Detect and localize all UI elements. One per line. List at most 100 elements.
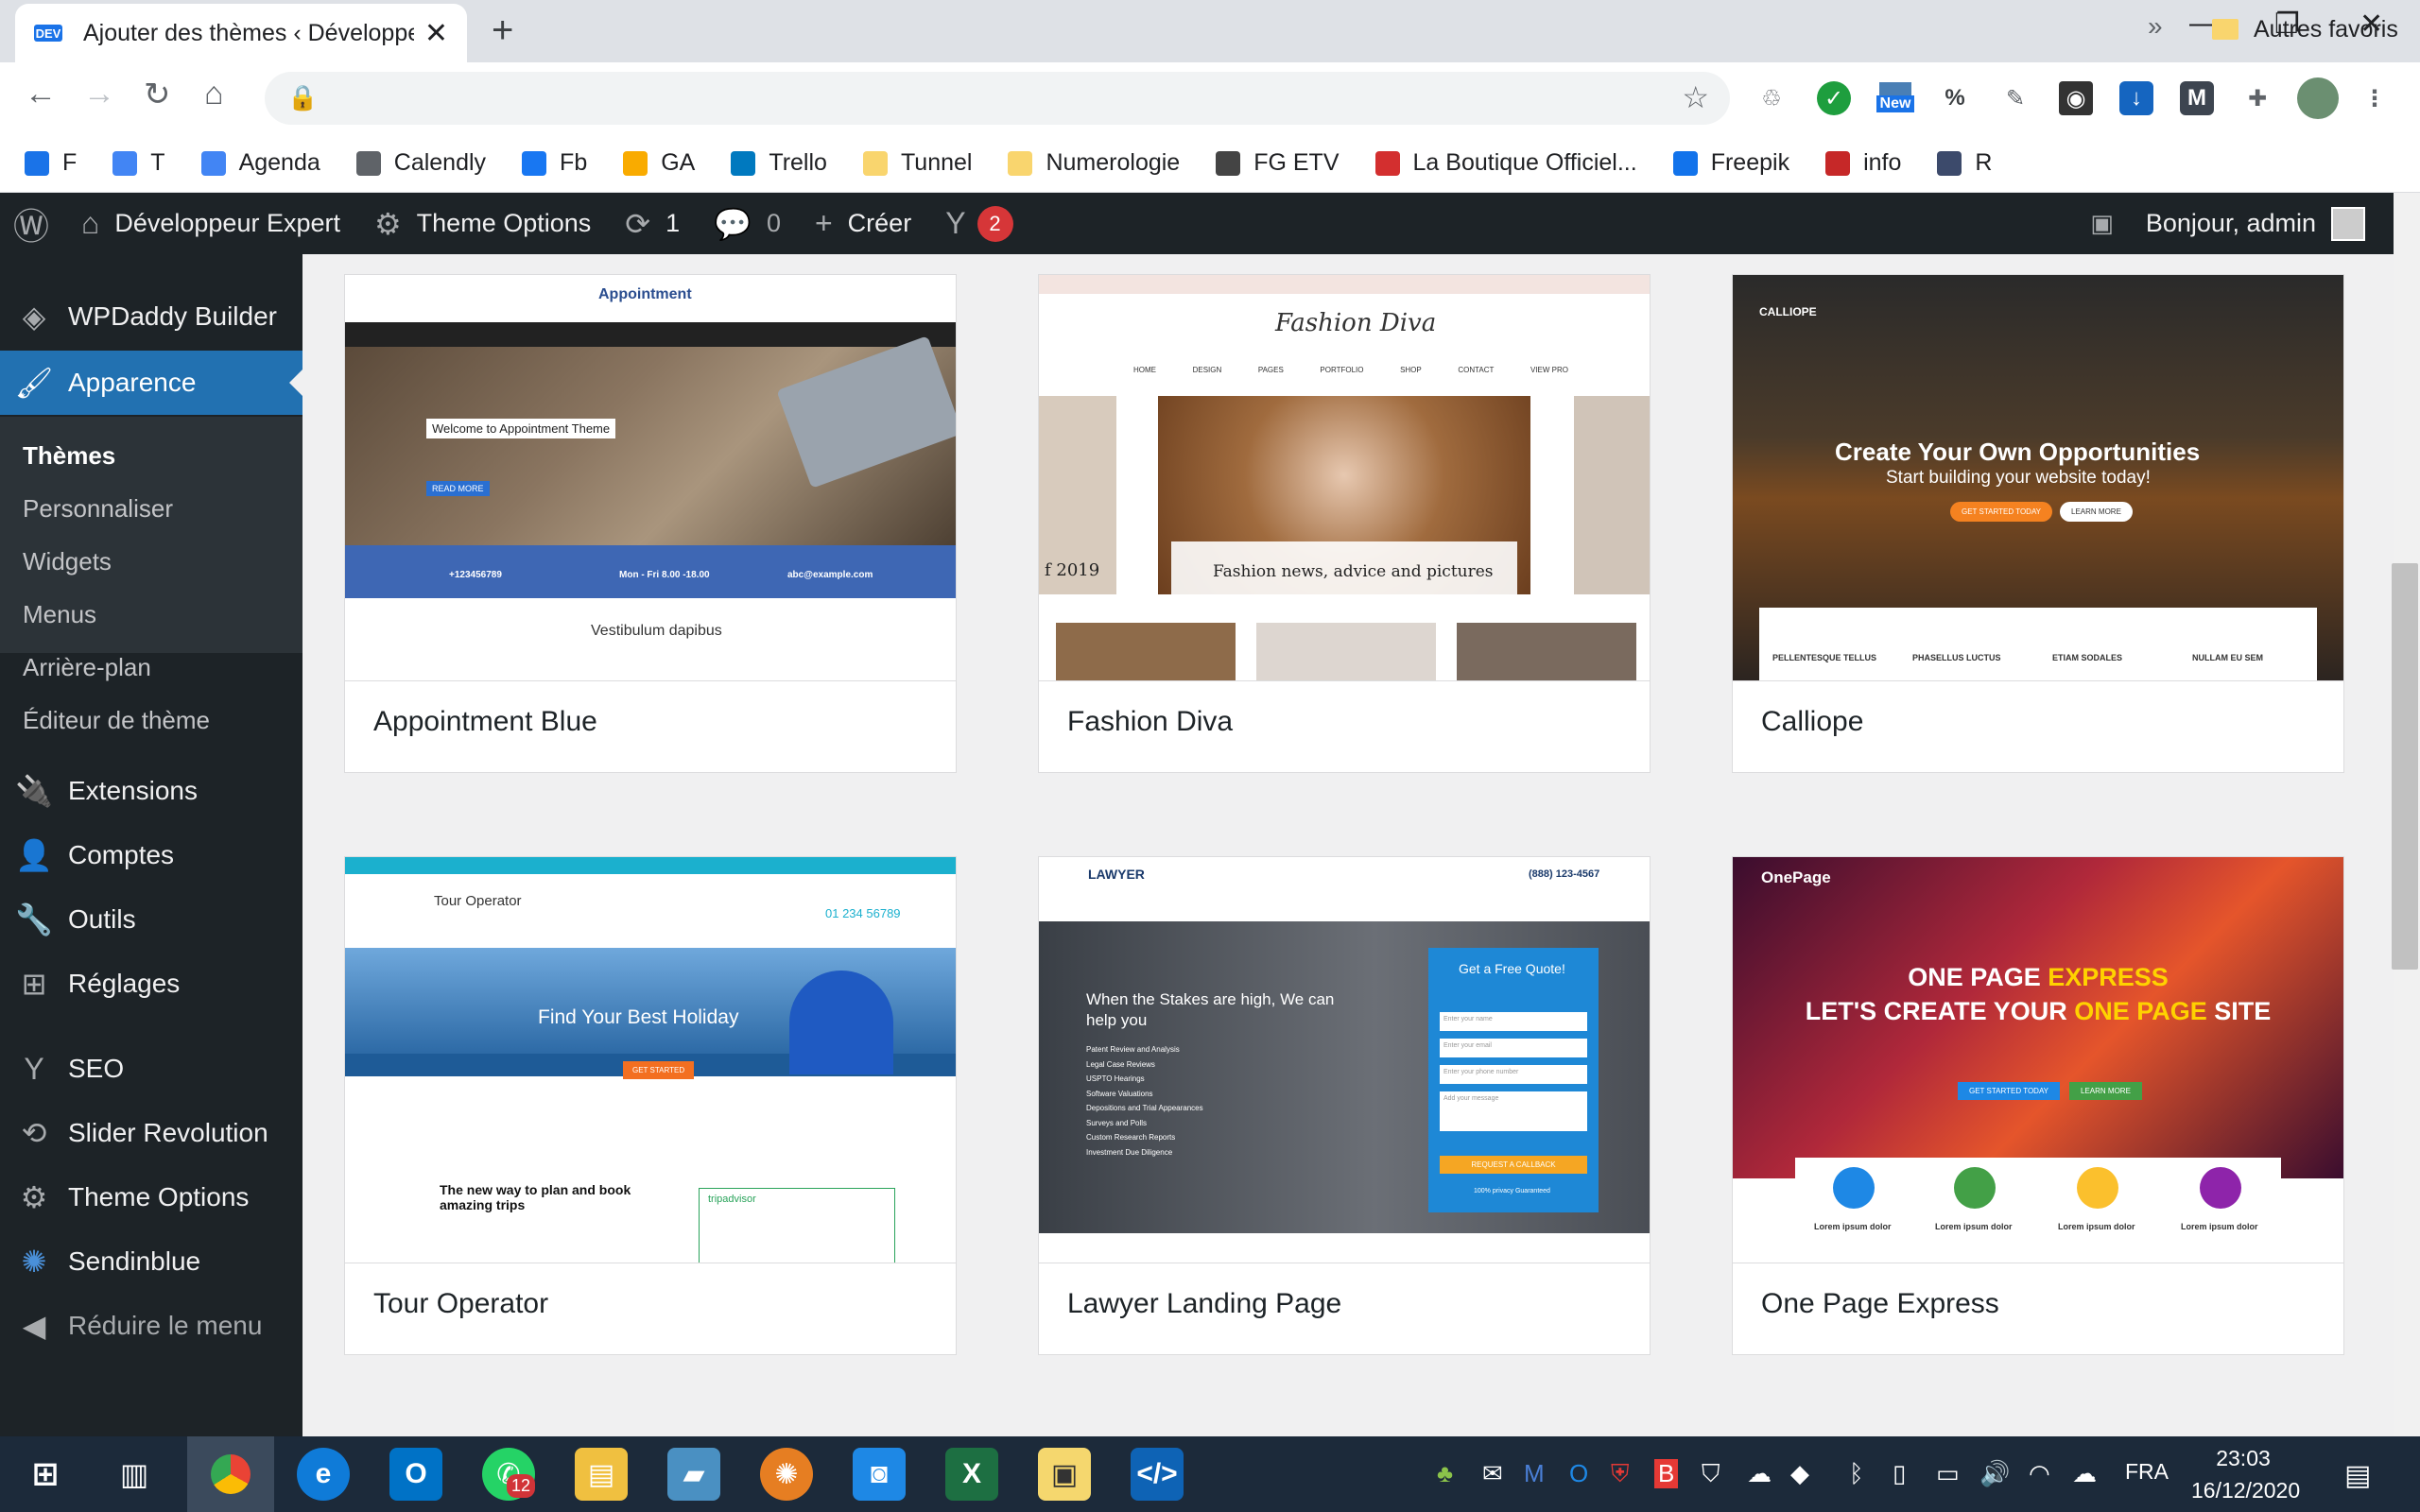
clock[interactable]: 23:03 16/12/2020	[2191, 1442, 2300, 1506]
theme-card[interactable]: CALLIOPE Create Your Own Opportunities S…	[1732, 274, 2344, 773]
menu-seo[interactable]: Y SEO	[0, 1037, 302, 1101]
theme-card[interactable]: Fashion Diva HOME DESIGN PAGES PORTFOLIO SHO…	[1038, 274, 1651, 773]
forward-icon[interactable]: →	[83, 76, 115, 112]
theme-screenshot[interactable]: Appointment Welcome to Appointment Theme…	[345, 275, 956, 681]
submenu-customize[interactable]: Personnaliser	[23, 494, 173, 524]
menu-settings[interactable]: ⊞ Réglages	[0, 952, 302, 1016]
bookmark-item[interactable]: Fb	[522, 149, 587, 177]
file-explorer-icon[interactable]: ▤	[575, 1448, 628, 1501]
menu-theme-options[interactable]: ⚙ Theme Options	[0, 1165, 302, 1229]
app-taskbar-icon[interactable]: ✺	[760, 1448, 813, 1501]
bookmark-item[interactable]: F	[25, 149, 77, 177]
bookmark-item[interactable]: Agenda	[200, 149, 320, 177]
profile-avatar[interactable]	[2297, 77, 2339, 119]
percent-extension-icon[interactable]: %	[1938, 81, 1972, 115]
menu-slider-revolution[interactable]: ⟲ Slider Revolution	[0, 1101, 302, 1165]
admin-bar-theme-options[interactable]: ⚙ Theme Options	[374, 206, 591, 242]
theme-card[interactable]: OnePage ONE PAGE EXPRESS LET'S CREATE YO…	[1732, 856, 2344, 1355]
theme-screenshot[interactable]: LAWYER (888) 123-4567 When the Stakes ar…	[1039, 857, 1650, 1263]
usb-icon[interactable]: ▯	[1893, 1459, 1906, 1488]
collapse-menu[interactable]: ◀ Réduire le menu	[0, 1294, 302, 1358]
notes-taskbar-icon[interactable]: ▰	[667, 1448, 720, 1501]
theme-screenshot[interactable]: OnePage ONE PAGE EXPRESS LET'S CREATE YO…	[1733, 857, 2343, 1263]
shield-tray-icon[interactable]: ⛉	[1702, 1459, 1720, 1489]
eyedropper-extension-icon[interactable]: ✎	[1998, 81, 2032, 115]
admin-bar-site[interactable]: ⌂ Développeur Expert	[81, 206, 340, 241]
menu-wpdaddy[interactable]: ◈ WPDaddy Builder	[0, 284, 302, 349]
admin-bar-create[interactable]: + Créer	[815, 206, 911, 241]
submenu-theme-editor[interactable]: Éditeur de thème	[23, 706, 210, 735]
theme-screenshot[interactable]: Tour Operator 01 234 56789 Find Your Bes…	[345, 857, 956, 1263]
browser-tab[interactable]: DEV Ajouter des thèmes ‹ Développeur ✕	[15, 4, 467, 62]
m-extension-icon[interactable]: M	[2180, 81, 2214, 115]
tab-close-icon[interactable]: ✕	[424, 17, 448, 50]
menu-accounts[interactable]: 👤 Comptes	[0, 823, 302, 887]
new-tab-icon[interactable]: +	[492, 9, 513, 52]
bluetooth-icon[interactable]: ᛒ	[1849, 1459, 1864, 1488]
bookmark-item[interactable]: Freepik	[1672, 149, 1789, 177]
bookmark-item[interactable]: La Boutique Officiel...	[1374, 149, 1637, 177]
bookmark-item[interactable]: info	[1825, 149, 1901, 177]
recycle-extension-icon[interactable]: ♲	[1754, 81, 1789, 115]
theme-screenshot[interactable]: CALLIOPE Create Your Own Opportunities S…	[1733, 275, 2343, 681]
bookmark-item[interactable]: R	[1937, 149, 1992, 177]
vscode-taskbar-icon[interactable]: </>	[1131, 1448, 1184, 1501]
diamond-tray-icon[interactable]: ◆	[1790, 1459, 1809, 1488]
outlook-tray-icon[interactable]: O	[1569, 1459, 1588, 1488]
theme-screenshot[interactable]: Fashion Diva HOME DESIGN PAGES PORTFOLIO SHO…	[1039, 275, 1650, 681]
menu-tools[interactable]: 🔧 Outils	[0, 887, 302, 952]
scrollbar-thumb[interactable]	[2392, 563, 2418, 970]
submenu-themes[interactable]: Thèmes	[23, 441, 115, 471]
bookmark-item[interactable]: GA	[623, 149, 695, 177]
theme-card[interactable]: Appointment Welcome to Appointment Theme…	[344, 274, 957, 773]
check-extension-icon[interactable]: ✓	[1817, 81, 1851, 115]
new-extension-icon[interactable]: New	[1872, 77, 1919, 117]
onedrive-icon[interactable]: ☁	[2072, 1459, 2097, 1488]
mail-tray-icon[interactable]: ✉	[1482, 1459, 1503, 1488]
security-tray-icon[interactable]: ⛨	[1611, 1459, 1630, 1489]
submenu-widgets[interactable]: Widgets	[23, 547, 112, 576]
home-icon[interactable]: ⌂	[204, 76, 224, 112]
edge-taskbar-icon[interactable]: e	[297, 1448, 350, 1501]
windows-start-icon[interactable]: ⊞	[19, 1448, 72, 1501]
avatar[interactable]	[2331, 206, 2365, 241]
bookmark-star-icon[interactable]: ☆	[1682, 79, 1709, 115]
download-extension-icon[interactable]: ↓	[2119, 81, 2153, 115]
language-indicator[interactable]: FRA	[2125, 1459, 2169, 1485]
m-tray-icon[interactable]: M	[1524, 1459, 1545, 1488]
bookmark-item[interactable]: Numerologie	[1008, 149, 1180, 177]
menu-extensions[interactable]: 🔌 Extensions	[0, 759, 302, 823]
extensions-puzzle-icon[interactable]: ✚	[2240, 81, 2274, 115]
admin-bar-seo[interactable]: Y2	[945, 205, 1013, 242]
chrome-taskbar-icon[interactable]	[187, 1436, 274, 1512]
reload-icon[interactable]: ↻	[144, 76, 171, 113]
admin-bar-updates[interactable]: ⟳ 1	[625, 206, 680, 242]
notifications-icon[interactable]: ▤	[2344, 1459, 2371, 1492]
notification-icon[interactable]: ▣	[2090, 209, 2114, 238]
wifi-icon[interactable]: ◠	[2029, 1459, 2050, 1488]
outlook-taskbar-icon[interactable]: O	[389, 1448, 442, 1501]
bookmark-item[interactable]: Trello	[731, 149, 827, 177]
camera-taskbar-icon[interactable]: ◙	[853, 1448, 906, 1501]
bookmark-item[interactable]: FG ETV	[1216, 149, 1340, 177]
submenu-menus[interactable]: Menus	[23, 600, 96, 629]
admin-bar-comments[interactable]: 💬 0	[714, 206, 781, 242]
bookmarks-overflow-icon[interactable]: »	[2148, 11, 2163, 42]
menu-sendinblue[interactable]: ✺ Sendinblue	[0, 1229, 302, 1294]
theme-card[interactable]: LAWYER (888) 123-4567 When the Stakes ar…	[1038, 856, 1651, 1355]
tray-app-icon[interactable]: ♣	[1437, 1459, 1453, 1488]
address-bar[interactable]: 🔒 ☆	[265, 72, 1730, 125]
theme-card[interactable]: Tour Operator 01 234 56789 Find Your Bes…	[344, 856, 957, 1355]
bookmark-item[interactable]: Tunnel	[862, 149, 972, 177]
excel-taskbar-icon[interactable]: X	[945, 1448, 998, 1501]
spy-extension-icon[interactable]: ◉	[2059, 81, 2093, 115]
other-bookmarks[interactable]: Autres favoris	[2212, 0, 2398, 59]
sticky-folder-icon[interactable]: ▣	[1038, 1448, 1091, 1501]
greeting[interactable]: Bonjour, admin	[2146, 209, 2316, 238]
browser-menu-icon[interactable]: ⋮	[2358, 81, 2392, 115]
menu-appearance[interactable]: 🖌 Apparence	[0, 351, 302, 415]
task-view-icon[interactable]: ▥	[108, 1448, 161, 1501]
cloud-tray-icon[interactable]: ☁	[1747, 1459, 1772, 1488]
battery-icon[interactable]: ▭	[1936, 1459, 1960, 1488]
wordpress-logo-icon[interactable]: Ⓦ	[13, 198, 49, 249]
